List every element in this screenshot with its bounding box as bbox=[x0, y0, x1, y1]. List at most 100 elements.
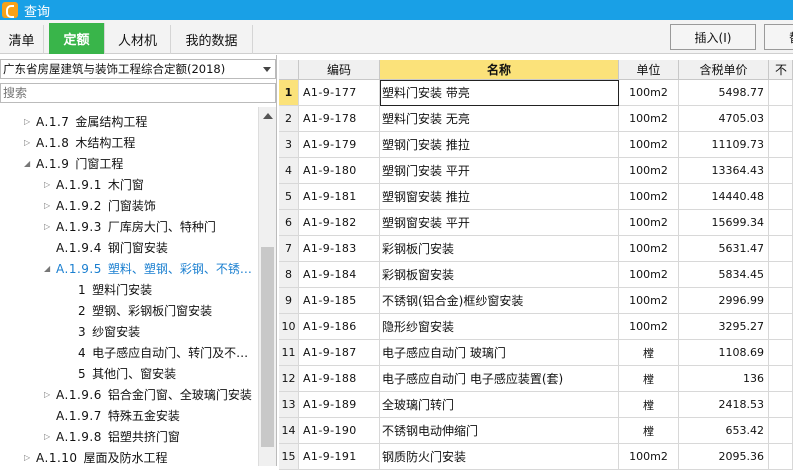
cell-extra[interactable] bbox=[769, 444, 793, 470]
collapse-arrow-icon[interactable]: ◢ bbox=[44, 264, 56, 273]
row-number[interactable]: 6 bbox=[279, 210, 299, 236]
cell-unit[interactable]: 100m2 bbox=[619, 80, 679, 106]
cell-price[interactable]: 13364.43 bbox=[679, 158, 769, 184]
row-number[interactable]: 12 bbox=[279, 366, 299, 392]
cell-extra[interactable] bbox=[769, 80, 793, 106]
row-number[interactable]: 3 bbox=[279, 132, 299, 158]
collapse-arrow-icon[interactable]: ◢ bbox=[24, 159, 36, 168]
row-number[interactable]: 7 bbox=[279, 236, 299, 262]
table-row[interactable]: 8 A1-9-184 彩钢板窗安装 100m2 5834.45 bbox=[279, 262, 793, 288]
expand-arrow-icon[interactable]: ▷ bbox=[44, 222, 56, 231]
tab-my-data[interactable]: 我的数据 bbox=[171, 25, 253, 54]
cell-unit[interactable]: 100m2 bbox=[619, 262, 679, 288]
cell-price[interactable]: 653.42 bbox=[679, 418, 769, 444]
cell-code[interactable]: A1-9-178 bbox=[299, 106, 380, 132]
cell-unit[interactable]: 樘 bbox=[619, 418, 679, 444]
table-row[interactable]: 15 A1-9-191 钢质防火门安装 100m2 2095.36 bbox=[279, 444, 793, 470]
cell-name[interactable]: 全玻璃门转门 bbox=[380, 392, 619, 418]
cell-extra[interactable] bbox=[769, 184, 793, 210]
cell-unit[interactable]: 100m2 bbox=[619, 210, 679, 236]
scroll-thumb[interactable] bbox=[261, 247, 274, 447]
cell-extra[interactable] bbox=[769, 392, 793, 418]
tree-node[interactable]: ▷ A.1.10 屋面及防水工程 bbox=[24, 447, 168, 466]
cell-unit[interactable]: 樘 bbox=[619, 340, 679, 366]
cell-price[interactable]: 11109.73 bbox=[679, 132, 769, 158]
tree-node[interactable]: 2 塑钢、彩钢板门窗安装 bbox=[66, 300, 212, 321]
row-number[interactable]: 13 bbox=[279, 392, 299, 418]
cell-code[interactable]: A1-9-190 bbox=[299, 418, 380, 444]
cell-name[interactable]: 彩钢板门安装 bbox=[380, 236, 619, 262]
cell-name[interactable]: 塑钢门安装 推拉 bbox=[380, 132, 619, 158]
cell-code[interactable]: A1-9-186 bbox=[299, 314, 380, 340]
table-row[interactable]: 7 A1-9-183 彩钢板门安装 100m2 5631.47 bbox=[279, 236, 793, 262]
cell-extra[interactable] bbox=[769, 340, 793, 366]
cell-unit[interactable]: 100m2 bbox=[619, 236, 679, 262]
cell-code[interactable]: A1-9-188 bbox=[299, 366, 380, 392]
cell-code[interactable]: A1-9-181 bbox=[299, 184, 380, 210]
tree-node[interactable]: ▷ A.1.9.3 厂库房大门、特种门 bbox=[44, 216, 216, 237]
cell-unit[interactable]: 100m2 bbox=[619, 444, 679, 470]
cell-price[interactable]: 5498.77 bbox=[679, 80, 769, 106]
table-row[interactable]: 6 A1-9-182 塑钢窗安装 平开 100m2 15699.34 bbox=[279, 210, 793, 236]
table-row[interactable]: 4 A1-9-180 塑钢门安装 平开 100m2 13364.43 bbox=[279, 158, 793, 184]
tree-node[interactable]: ▷ A.1.7 金属结构工程 bbox=[24, 111, 147, 132]
cell-unit[interactable]: 100m2 bbox=[619, 288, 679, 314]
cell-name[interactable]: 电子感应自动门 玻璃门 bbox=[380, 340, 619, 366]
replace-button[interactable]: 替 bbox=[764, 24, 793, 50]
cell-code[interactable]: A1-9-187 bbox=[299, 340, 380, 366]
cell-unit[interactable]: 樘 bbox=[619, 366, 679, 392]
tree-node[interactable]: A.1.9.7 特殊五金安装 bbox=[44, 405, 180, 426]
column-header-code[interactable]: 编码 bbox=[299, 60, 380, 80]
cell-code[interactable]: A1-9-180 bbox=[299, 158, 380, 184]
tree-node[interactable]: ▷ A.1.9.2 门窗装饰 bbox=[44, 195, 156, 216]
row-number[interactable]: 15 bbox=[279, 444, 299, 470]
cell-name[interactable]: 不锈钢(铝合金)框纱窗安装 bbox=[380, 288, 619, 314]
row-number[interactable]: 2 bbox=[279, 106, 299, 132]
expand-arrow-icon[interactable]: ▷ bbox=[24, 453, 36, 462]
tree-node[interactable]: A.1.9.4 钢门窗安装 bbox=[44, 237, 168, 258]
expand-arrow-icon[interactable]: ▷ bbox=[44, 390, 56, 399]
cell-name[interactable]: 塑钢窗安装 平开 bbox=[380, 210, 619, 236]
table-row[interactable]: 14 A1-9-190 不锈钢电动伸缩门樘 653.42 bbox=[279, 418, 793, 444]
tree-node[interactable]: ◢ A.1.9 门窗工程 bbox=[24, 153, 123, 174]
cell-unit[interactable]: 樘 bbox=[619, 392, 679, 418]
row-number[interactable]: 4 bbox=[279, 158, 299, 184]
cell-price[interactable]: 5834.45 bbox=[679, 262, 769, 288]
cell-price[interactable]: 15699.34 bbox=[679, 210, 769, 236]
tree-node[interactable]: 1 塑料门安装 bbox=[66, 279, 152, 300]
cell-price[interactable]: 2418.53 bbox=[679, 392, 769, 418]
cell-price[interactable]: 2095.36 bbox=[679, 444, 769, 470]
cell-price[interactable]: 4705.03 bbox=[679, 106, 769, 132]
cell-code[interactable]: A1-9-185 bbox=[299, 288, 380, 314]
cell-extra[interactable] bbox=[769, 158, 793, 184]
cell-extra[interactable] bbox=[769, 236, 793, 262]
cell-name[interactable]: 塑料门安装 无亮 bbox=[380, 106, 619, 132]
cell-extra[interactable] bbox=[769, 132, 793, 158]
cell-extra[interactable] bbox=[769, 418, 793, 444]
cell-code[interactable]: A1-9-184 bbox=[299, 262, 380, 288]
cell-price[interactable]: 3295.27 bbox=[679, 314, 769, 340]
tree-node[interactable]: 4 电子感应自动门、转门及不… bbox=[66, 342, 248, 363]
column-header-price[interactable]: 含税单价 bbox=[679, 60, 769, 80]
expand-arrow-icon[interactable]: ▷ bbox=[44, 432, 56, 441]
column-header-name[interactable]: 名称 bbox=[380, 60, 619, 80]
row-number[interactable]: 9 bbox=[279, 288, 299, 314]
tree-scrollbar[interactable] bbox=[258, 107, 276, 466]
cell-name[interactable]: 电子感应自动门 电子感应装置(套) bbox=[380, 366, 619, 392]
row-number[interactable]: 8 bbox=[279, 262, 299, 288]
table-row[interactable]: 13 A1-9-189 全玻璃门转门樘 2418.53 bbox=[279, 392, 793, 418]
table-row[interactable]: 10 A1-9-186 隐形纱窗安装 100m2 3295.27 bbox=[279, 314, 793, 340]
cell-unit[interactable]: 100m2 bbox=[619, 158, 679, 184]
table-row[interactable]: 5 A1-9-181 塑钢窗安装 推拉 100m2 14440.48 bbox=[279, 184, 793, 210]
tree-node[interactable]: 5 其他门、窗安装 bbox=[66, 363, 176, 384]
tab-bill[interactable]: 清单 bbox=[0, 25, 44, 54]
cell-name[interactable]: 彩钢板窗安装 bbox=[380, 262, 619, 288]
tab-quota[interactable]: 定额 bbox=[49, 23, 105, 54]
tree-node[interactable]: ▷ A.1.9.6 铝合金门窗、全玻璃门安装 bbox=[44, 384, 252, 405]
cell-name[interactable]: 塑钢门安装 平开 bbox=[380, 158, 619, 184]
cell-price[interactable]: 2996.99 bbox=[679, 288, 769, 314]
cell-name[interactable]: 不锈钢电动伸缩门 bbox=[380, 418, 619, 444]
expand-arrow-icon[interactable]: ▷ bbox=[44, 180, 56, 189]
table-row[interactable]: 2 A1-9-178 塑料门安装 无亮 100m2 4705.03 bbox=[279, 106, 793, 132]
row-number[interactable]: 11 bbox=[279, 340, 299, 366]
